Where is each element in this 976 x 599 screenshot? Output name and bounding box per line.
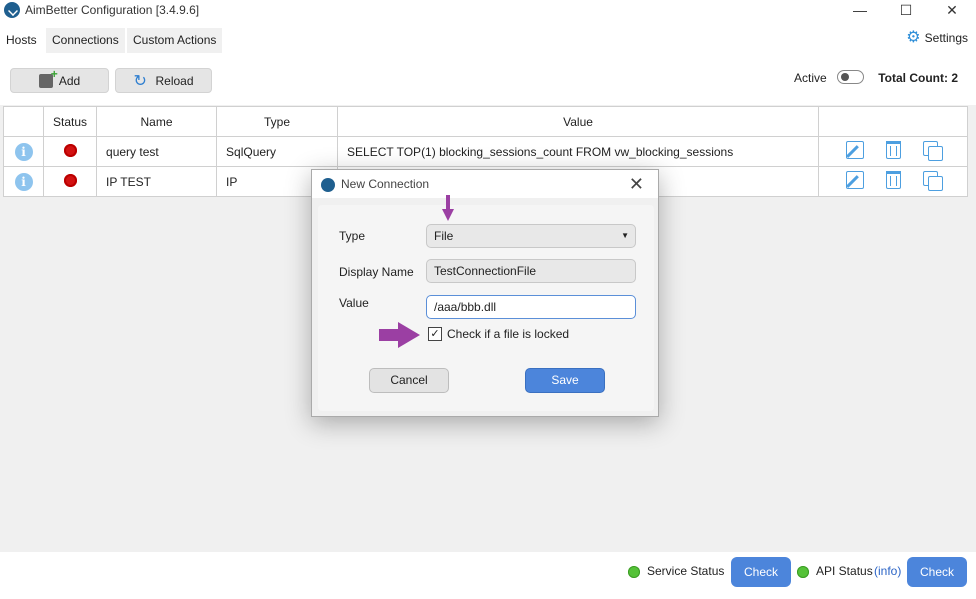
reload-button[interactable]: Reload <box>115 68 212 93</box>
type-select[interactable]: File ▼ <box>426 224 636 248</box>
gear-icon: ⚙ <box>906 29 921 46</box>
delete-icon[interactable] <box>885 141 901 159</box>
total-count: Total Count: 2 <box>878 71 958 85</box>
dialog-close-button[interactable]: ✕ <box>629 174 644 195</box>
info-icon[interactable]: i <box>14 172 33 191</box>
column-header-type[interactable]: Type <box>216 106 339 137</box>
column-header-info <box>3 106 44 137</box>
app-logo-icon <box>321 178 335 192</box>
column-header-actions <box>818 106 968 137</box>
app-logo-icon <box>4 2 20 18</box>
file-locked-checkbox-label[interactable]: Check if a file is locked <box>447 327 569 341</box>
type-select-value: File <box>434 229 454 243</box>
add-button-label: Add <box>58 73 81 88</box>
window-title: AimBetter Configuration [3.4.9.6] <box>25 3 200 17</box>
annotation-arrow-down-icon <box>442 195 454 222</box>
dialog-title: New Connection <box>341 177 430 191</box>
service-status-label: Service Status <box>647 564 725 578</box>
cancel-button[interactable]: Cancel <box>369 368 449 393</box>
display-name-label: Display Name <box>339 265 414 279</box>
delete-icon[interactable] <box>885 171 901 189</box>
service-check-button[interactable]: Check <box>731 557 791 587</box>
row-type: SqlQuery <box>216 136 339 167</box>
active-label: Active <box>794 71 827 85</box>
display-name-field[interactable]: TestConnectionFile <box>426 259 636 283</box>
edit-icon[interactable] <box>845 171 864 189</box>
api-status-icon <box>797 566 809 578</box>
value-field[interactable]: /aaa/bbb.dll <box>426 295 636 319</box>
tab-connections[interactable]: Connections <box>46 28 125 53</box>
chevron-down-icon: ▼ <box>621 231 629 240</box>
api-info-link[interactable]: (info) <box>874 564 901 578</box>
copy-icon[interactable] <box>922 141 943 161</box>
value-label: Value <box>339 296 369 310</box>
status-error-icon <box>63 173 77 187</box>
dialog-header: New Connection ✕ <box>312 170 658 198</box>
row-name: query test <box>96 136 218 167</box>
column-header-name[interactable]: Name <box>96 106 218 137</box>
api-status-label: API Status <box>816 564 873 578</box>
api-check-button[interactable]: Check <box>907 557 967 587</box>
column-header-value[interactable]: Value <box>337 106 820 137</box>
column-header-status[interactable]: Status <box>42 106 98 137</box>
table-header-row: Status Name Type Value <box>3 106 968 137</box>
add-server-icon <box>38 67 58 88</box>
copy-icon[interactable] <box>922 171 943 191</box>
annotation-arrow-right-icon <box>379 322 423 348</box>
reload-icon <box>133 71 149 91</box>
service-status-icon <box>628 566 640 578</box>
row-value: SELECT TOP(1) blocking_sessions_count FR… <box>337 136 820 167</box>
settings-button[interactable]: ⚙ Settings <box>906 29 968 46</box>
save-button[interactable]: Save <box>525 368 605 393</box>
add-button[interactable]: Add <box>10 67 109 93</box>
active-toggle[interactable] <box>837 70 864 84</box>
file-locked-checkbox[interactable]: ✓ <box>428 327 442 341</box>
table-row[interactable]: i query test SqlQuery SELECT TOP(1) bloc… <box>3 136 968 167</box>
settings-label: Settings <box>924 31 968 45</box>
tab-custom-actions[interactable]: Custom Actions <box>127 28 223 53</box>
edit-icon[interactable] <box>845 141 864 159</box>
reload-button-label: Reload <box>155 73 194 88</box>
info-icon[interactable]: i <box>14 142 33 161</box>
maximize-button[interactable]: ☐ <box>883 0 929 22</box>
type-label: Type <box>339 229 366 243</box>
new-connection-dialog: New Connection ✕ <box>311 169 659 417</box>
title-bar: AimBetter Configuration [3.4.9.6] — ☐ ✕ <box>0 0 976 26</box>
tab-hosts[interactable]: Hosts <box>0 28 43 53</box>
row-name: IP TEST <box>96 166 218 197</box>
close-window-button[interactable]: ✕ <box>929 0 975 22</box>
minimize-button[interactable]: — <box>837 0 883 22</box>
status-error-icon <box>63 143 77 157</box>
